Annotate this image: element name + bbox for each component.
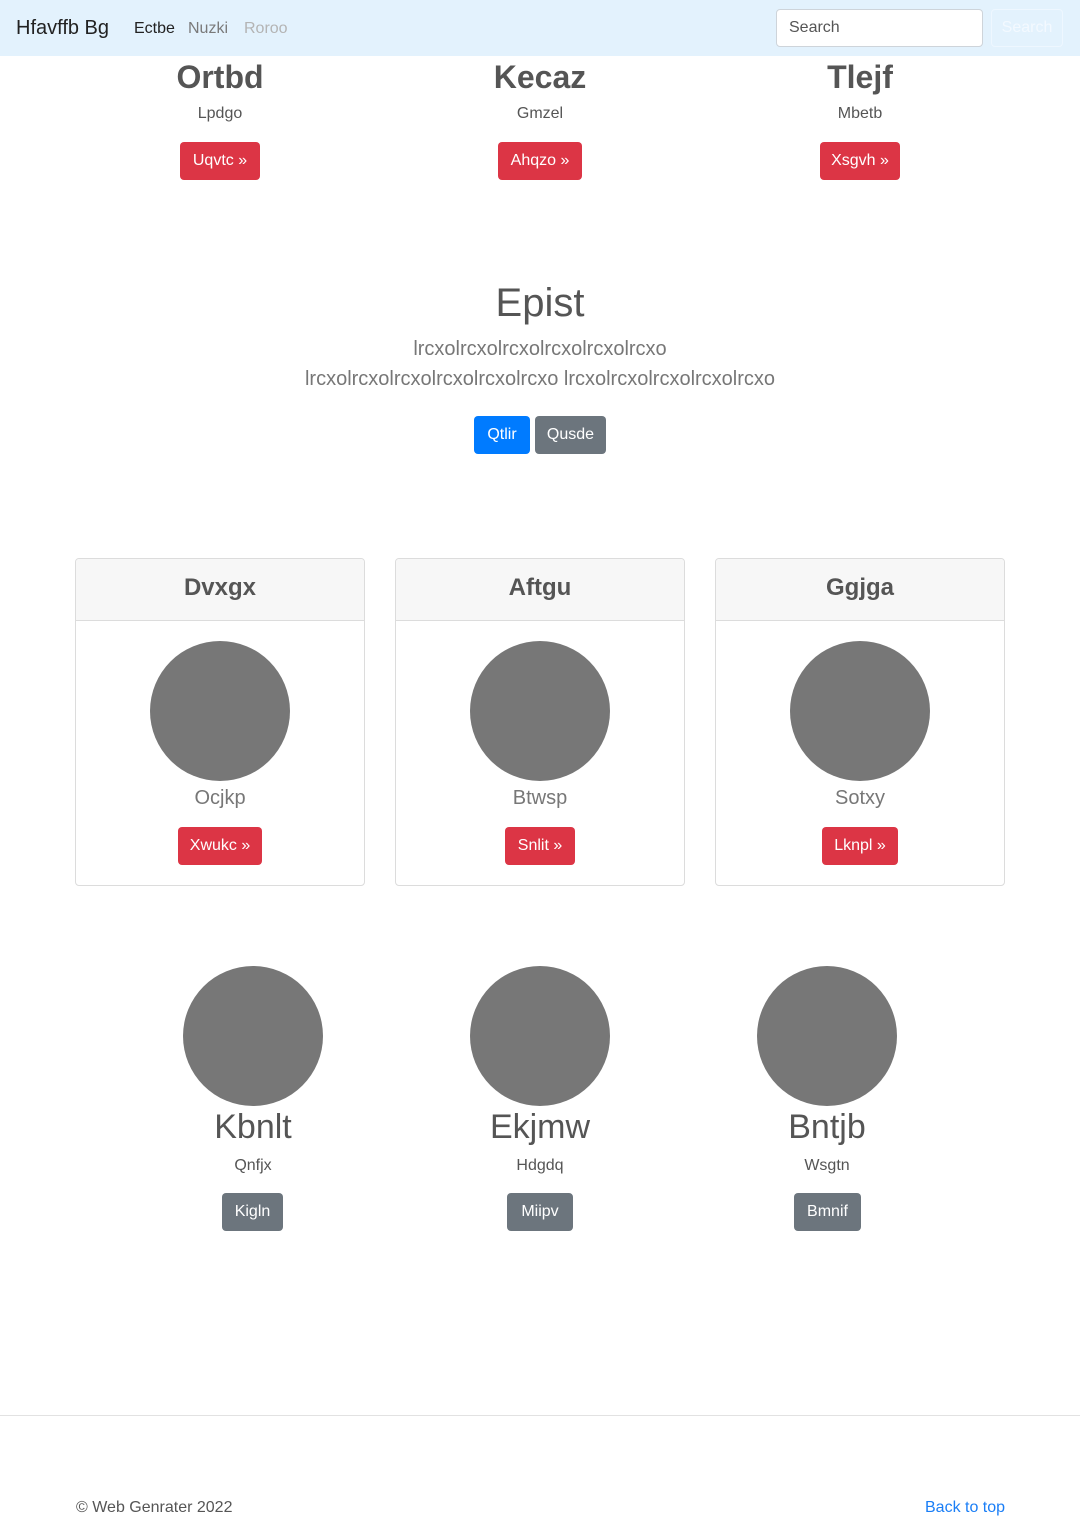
footer-copyright: © Web Genrater 2022 — [76, 1499, 233, 1516]
card-name: Sotxy — [834, 787, 886, 809]
search-input[interactable] — [776, 9, 983, 47]
person-name: Bntjb — [788, 1108, 866, 1146]
back-to-top-link[interactable]: Back to top — [925, 1498, 1005, 1518]
column-subtitle: Lpdgo — [197, 105, 243, 122]
nav-link-nuzki[interactable]: Nuzki — [188, 19, 228, 39]
column-title: Ortbd — [176, 59, 264, 95]
card-header: Ggjga — [716, 559, 1004, 621]
hero-secondary-button[interactable]: Qusde — [535, 416, 606, 454]
card-header: Aftgu — [396, 559, 684, 621]
person-button[interactable]: Kigln — [222, 1193, 283, 1231]
hero-primary-button[interactable]: Qtlir — [474, 416, 530, 454]
card-button[interactable]: Snlit » — [505, 827, 575, 865]
person-button[interactable]: Bmnif — [794, 1193, 861, 1231]
card-name: Ocjkp — [194, 787, 246, 809]
person-avatar — [757, 966, 897, 1106]
card-name: Btwsp — [512, 787, 568, 809]
person-subtitle: Wsgtn — [804, 1157, 850, 1174]
navbar-brand[interactable]: Hfavffb Bg — [16, 16, 109, 40]
person-subtitle: Qnfjx — [234, 1157, 272, 1174]
column-subtitle: Mbetb — [837, 105, 883, 122]
hero-title: Epist — [495, 281, 585, 325]
column-title: Tlejf — [827, 59, 893, 95]
placeholder-image — [470, 641, 610, 781]
person-button[interactable]: Miipv — [507, 1193, 573, 1231]
card: Dvxgx Ocjkp Xwukc » — [75, 558, 365, 886]
column-button[interactable]: Uqvtc » — [180, 142, 260, 180]
person-name: Ekjmw — [489, 1108, 591, 1146]
column-title: Kecaz — [493, 59, 587, 95]
person-name: Kbnlt — [214, 1108, 292, 1146]
person-subtitle: Hdgdq — [516, 1157, 564, 1174]
navbar: Hfavffb Bg Ectbe Nuzki Roroo Search — [0, 0, 1080, 56]
search-button[interactable]: Search — [991, 9, 1063, 47]
card: Aftgu Btwsp Snlit » — [395, 558, 685, 886]
placeholder-image — [790, 641, 930, 781]
footer-divider — [0, 1415, 1080, 1416]
nav-link-ectbe[interactable]: Ectbe — [134, 19, 175, 39]
card-header: Dvxgx — [76, 559, 364, 621]
hero-lead: lrcxolrcxolrcxolrcxolrcxolrcxo lrcxolrcx… — [304, 338, 776, 390]
person-avatar — [470, 966, 610, 1106]
card-button[interactable]: Xwukc » — [178, 827, 262, 865]
card-button[interactable]: Lknpl » — [822, 827, 898, 865]
nav-link-roroo[interactable]: Roroo — [244, 19, 288, 39]
column-subtitle: Gmzel — [516, 105, 564, 122]
card: Ggjga Sotxy Lknpl » — [715, 558, 1005, 886]
placeholder-image — [150, 641, 290, 781]
person-avatar — [183, 966, 323, 1106]
column-button[interactable]: Xsgvh » — [820, 142, 900, 180]
column-button[interactable]: Ahqzo » — [498, 142, 582, 180]
